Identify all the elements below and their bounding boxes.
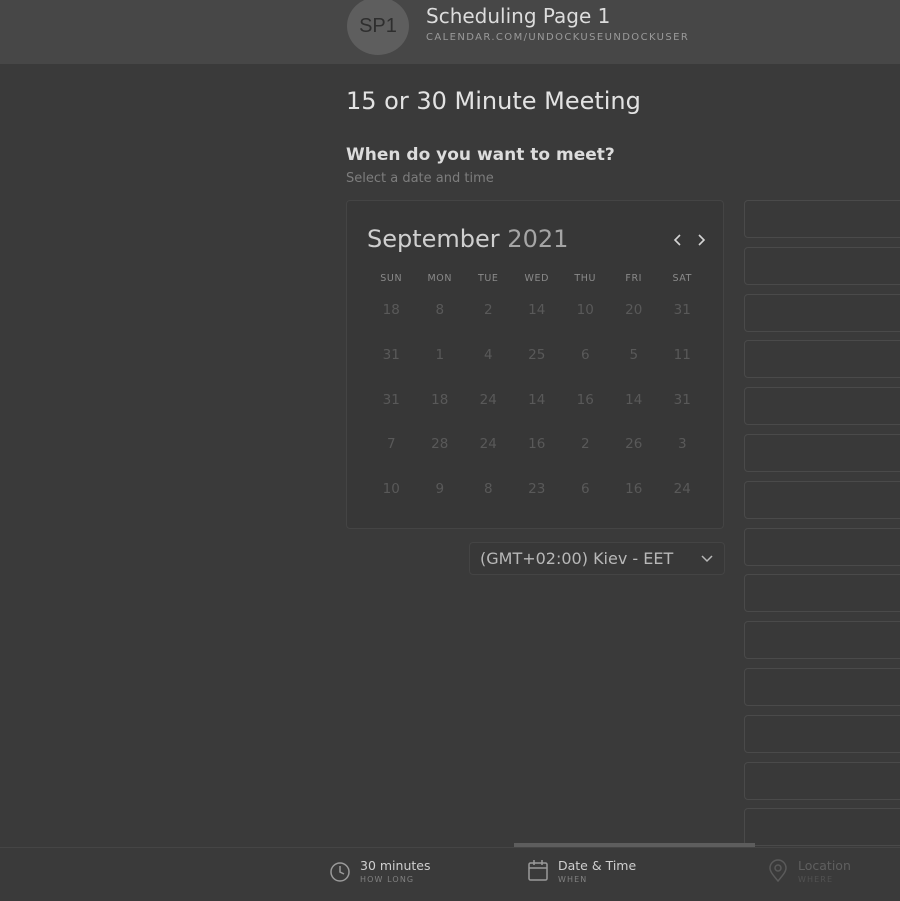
- calendar-day: 18: [382, 302, 400, 318]
- step-duration-sub: HOW LONG: [360, 875, 415, 884]
- calendar-day: 10: [576, 302, 594, 318]
- calendar-day: 24: [673, 481, 691, 498]
- weekday-label: MON: [427, 273, 453, 284]
- time-slot-button[interactable]: [744, 668, 900, 706]
- calendar-day: 4: [483, 346, 493, 363]
- calendar-week-row: 18 8 2 14 10 20 31: [367, 298, 707, 343]
- calendar-day: 6: [580, 346, 590, 363]
- time-slot-button[interactable]: [744, 621, 900, 660]
- step-location[interactable]: Location WHERE: [768, 858, 851, 885]
- date-picker-calendar: September 2021 SUN MON TUE WED THU FRI S…: [346, 200, 724, 529]
- step-duration-label: 30 minutes: [360, 858, 431, 873]
- time-slot-button[interactable]: [744, 574, 900, 613]
- booking-steps-footer: 30 minutes HOW LONG Date & Time WHEN Loc…: [0, 847, 900, 901]
- calendar-day: 16: [528, 436, 546, 453]
- location-pin-icon: [769, 859, 787, 882]
- time-slot-button[interactable]: [744, 434, 900, 472]
- calendar-day: 25: [528, 346, 546, 363]
- weekday-label: WED: [524, 273, 549, 284]
- calendar-day: 1: [435, 346, 445, 363]
- timezone-value: (GMT+02:00) Kiev - EET: [480, 549, 674, 568]
- avatar: SP1: [347, 0, 409, 55]
- step-date-time-label: Date & Time: [558, 858, 637, 873]
- calendar-month-year: September 2021: [367, 225, 568, 253]
- calendar-day: 23: [528, 481, 546, 498]
- time-slot-button[interactable]: [744, 527, 900, 566]
- time-slot-button[interactable]: [744, 761, 900, 800]
- calendar-month: September: [367, 225, 500, 253]
- chevron-left-icon: [673, 234, 681, 246]
- time-slot-button[interactable]: [744, 200, 900, 238]
- time-slot-button[interactable]: [744, 387, 900, 426]
- calendar-day: 31: [673, 302, 691, 318]
- calendar-day: 8: [483, 481, 493, 498]
- calendar-day: 14: [528, 391, 546, 408]
- time-slot-button[interactable]: [744, 480, 900, 519]
- weekday-label: TUE: [477, 273, 499, 284]
- calendar-day: 3: [677, 436, 687, 453]
- weekday-label: THU: [574, 273, 597, 284]
- calendar-day: 10: [382, 481, 400, 498]
- weekday-label: FRI: [625, 273, 643, 284]
- next-month-button[interactable]: [692, 229, 710, 251]
- calendar-day: 2: [580, 436, 590, 453]
- time-slot-button[interactable]: [744, 246, 900, 285]
- clock-icon: [330, 862, 350, 882]
- header-bar: SP1 Scheduling Page 1 CALENDAR.COM/UNDOC…: [0, 0, 900, 64]
- calendar-day: 5: [629, 346, 639, 363]
- calendar-day: 31: [673, 391, 691, 408]
- chevron-right-icon: [698, 234, 706, 246]
- weekday-label: SAT: [672, 273, 693, 284]
- calendar-day: 24: [479, 391, 497, 408]
- calendar-day: 6: [580, 481, 590, 498]
- calendar-year: 2021: [507, 225, 569, 253]
- calendar-day: 31: [382, 346, 400, 363]
- calendar-week-row: 31 1 4 25 6 5 11: [367, 343, 707, 388]
- calendar-day: 18: [431, 391, 449, 408]
- previous-month-button[interactable]: [669, 229, 687, 251]
- weekday-label: SUN: [380, 273, 403, 284]
- step-location-sub: WHERE: [798, 875, 834, 884]
- timezone-select[interactable]: (GMT+02:00) Kiev - EET: [469, 542, 725, 575]
- calendar-day-grid: 18 8 2 14 10 20 31 31 1 4 25 6 5 11 31 18 24 14 16 14 31 7 28 2…: [367, 298, 707, 522]
- scheduling-page-url[interactable]: CALENDAR.COM/UNDOCKUSEUNDOCKUSER: [426, 32, 689, 43]
- calendar-day: 9: [435, 481, 445, 498]
- meeting-title: 15 or 30 Minute Meeting: [346, 87, 641, 115]
- date-question: When do you want to meet?: [346, 145, 615, 165]
- chevron-down-icon: [701, 555, 713, 563]
- calendar-day: 11: [673, 346, 691, 363]
- calendar-week-row: 10 9 8 23 6 16 24: [367, 477, 707, 522]
- step-date-time-sub: WHEN: [558, 875, 588, 884]
- calendar-day: 16: [576, 391, 594, 408]
- step-date-time[interactable]: Date & Time WHEN: [528, 858, 636, 885]
- calendar-week-row: 31 18 24 14 16 14 31: [367, 388, 707, 433]
- time-slot-button[interactable]: [744, 808, 900, 847]
- calendar-day: 16: [625, 481, 643, 498]
- step-location-label: Location: [798, 858, 851, 873]
- time-slot-button[interactable]: [744, 293, 900, 332]
- time-slot-button[interactable]: [744, 340, 900, 379]
- calendar-week-row: 7 28 24 16 2 26 3: [367, 432, 707, 477]
- calendar-day: 14: [625, 391, 643, 408]
- scheduling-page-name: Scheduling Page 1: [426, 4, 611, 28]
- calendar-day: 2: [483, 302, 493, 318]
- calendar-day: 20: [625, 302, 643, 318]
- time-slot-button[interactable]: [744, 714, 900, 753]
- calendar-day: 31: [382, 391, 400, 408]
- calendar-day: 24: [479, 436, 497, 453]
- calendar-icon: [528, 860, 548, 881]
- calendar-day: 7: [386, 436, 396, 453]
- calendar-day: 14: [528, 302, 546, 318]
- date-question-hint: Select a date and time: [346, 171, 494, 186]
- weekday-header-row: SUN MON TUE WED THU FRI SAT: [367, 273, 707, 284]
- calendar-day: 28: [431, 436, 449, 453]
- step-duration[interactable]: 30 minutes HOW LONG: [330, 858, 430, 885]
- calendar-day: 26: [625, 436, 643, 453]
- calendar-day: 8: [435, 302, 445, 318]
